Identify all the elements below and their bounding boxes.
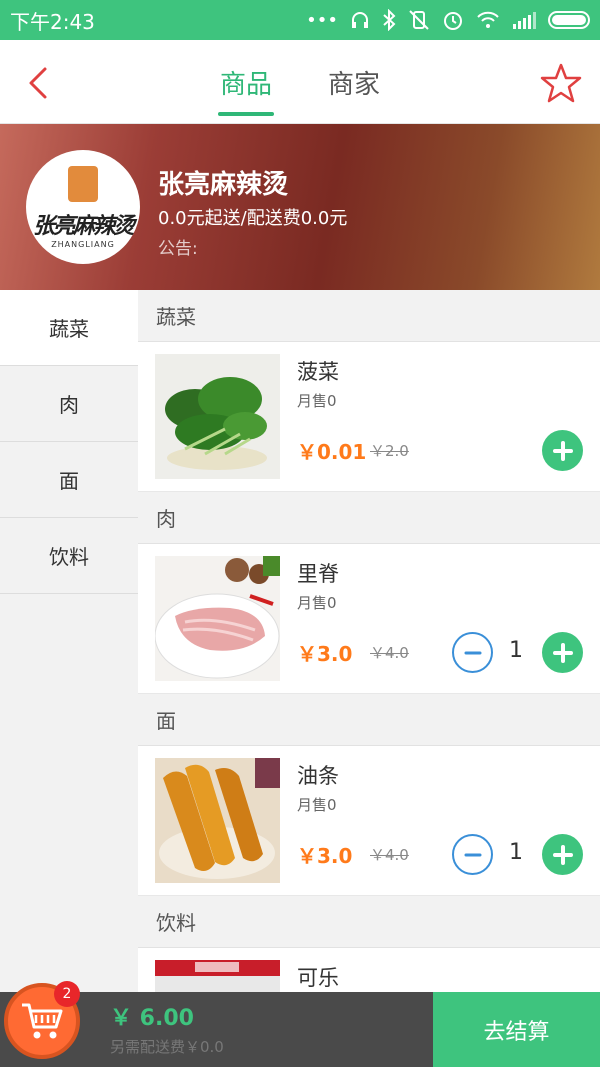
shop-name: 张亮麻辣烫: [158, 170, 289, 200]
category-drinks[interactable]: 饮料: [0, 518, 138, 594]
product-sales: 月售0: [297, 594, 337, 612]
minus-button[interactable]: [452, 632, 493, 673]
headset-icon: [352, 12, 368, 28]
section-header: 肉: [138, 492, 600, 544]
fried-dough-image: [155, 758, 280, 883]
product-name: 里脊: [297, 562, 339, 586]
shop-logo: 张亮麻辣烫 ZHANGLIANG: [26, 150, 140, 264]
add-button[interactable]: [542, 632, 583, 673]
quantity: 1: [509, 638, 523, 663]
section-header: 饮料: [138, 896, 600, 948]
cart-bar: ￥ 6.00 另需配送费￥0.0 去结算: [0, 992, 600, 1067]
product-image[interactable]: [155, 960, 280, 992]
status-icons: •••: [306, 9, 590, 31]
product-item: 里脊 月售0 ￥3.0 ￥4.0 1: [138, 544, 600, 694]
product-image[interactable]: [155, 758, 280, 883]
product-sales: 月售0: [297, 796, 337, 814]
product-old-price: ￥4.0: [370, 644, 409, 662]
product-old-price: ￥4.0: [370, 846, 409, 864]
cart-badge: 2: [54, 981, 80, 1007]
minus-icon: [464, 651, 481, 654]
minus-button[interactable]: [452, 834, 493, 875]
spinach-image: [155, 354, 280, 479]
quantity: 1: [509, 840, 523, 865]
plus-icon: [552, 844, 573, 865]
favorite-button[interactable]: [540, 62, 582, 104]
signal-icon: [513, 12, 536, 29]
minus-icon: [464, 853, 481, 856]
cart-delivery-fee: 另需配送费￥0.0: [110, 1038, 224, 1056]
product-price: ￥3.0: [297, 844, 353, 868]
cola-image: [155, 960, 280, 992]
category-sidebar: 蔬菜 肉 面 饮料: [0, 290, 138, 995]
alarm-icon: [444, 12, 462, 30]
category-meat[interactable]: 肉: [0, 366, 138, 442]
nav-tabs: 商品 商家: [0, 40, 600, 124]
product-name: 油条: [297, 764, 339, 788]
bluetooth-icon: [383, 9, 396, 31]
shop-delivery-info: 0.0元起送/配送费0.0元: [158, 208, 348, 229]
product-name: 菠菜: [297, 360, 339, 384]
status-bar: 下午2:43 •••: [0, 0, 600, 40]
checkout-button[interactable]: 去结算: [433, 992, 600, 1067]
product-image[interactable]: [155, 556, 280, 681]
add-button[interactable]: [542, 430, 583, 471]
star-icon: [540, 63, 582, 103]
category-vegetables[interactable]: 蔬菜: [0, 290, 138, 366]
tab-merchant[interactable]: 商家: [326, 40, 382, 124]
logo-subtext: ZHANGLIANG: [51, 239, 115, 249]
nav-bar: 商品 商家: [0, 40, 600, 124]
product-list[interactable]: 蔬菜 菠菜 月售0 ￥0.01 ￥2.0 肉 里脊 月售0 ￥3.0 ￥4.0 …: [138, 290, 600, 992]
section-header: 蔬菜: [138, 290, 600, 342]
section-header: 面: [138, 694, 600, 746]
product-item: 可乐: [138, 948, 600, 992]
category-noodles[interactable]: 面: [0, 442, 138, 518]
battery-icon: [548, 11, 590, 29]
product-item: 菠菜 月售0 ￥0.01 ￥2.0: [138, 342, 600, 492]
vibrate-off-icon: [409, 10, 429, 30]
more-dots-icon: •••: [306, 9, 338, 31]
shop-notice: 公告:: [158, 239, 198, 259]
product-price: ￥3.0: [297, 642, 353, 666]
product-item: 油条 月售0 ￥3.0 ￥4.0 1: [138, 746, 600, 896]
cart-total: ￥ 6.00: [110, 1006, 194, 1031]
wifi-icon: [477, 11, 499, 28]
plus-icon: [552, 642, 573, 663]
product-old-price: ￥2.0: [370, 442, 409, 460]
product-image[interactable]: [155, 354, 280, 479]
product-price: ￥0.01: [297, 440, 367, 464]
status-time: 下午2:43: [10, 9, 95, 34]
pork-tenderloin-image: [155, 556, 280, 681]
plus-icon: [552, 440, 573, 461]
add-button[interactable]: [542, 834, 583, 875]
product-sales: 月售0: [297, 392, 337, 410]
logo-mark-icon: [68, 165, 98, 202]
shop-header: 张亮麻辣烫 ZHANGLIANG 张亮麻辣烫 0.0元起送/配送费0.0元 公告…: [0, 124, 600, 290]
product-name: 可乐: [297, 966, 339, 990]
tab-goods[interactable]: 商品: [217, 40, 275, 124]
shopping-cart-icon: [22, 1003, 63, 1039]
logo-text: 张亮麻辣烫: [32, 212, 135, 239]
